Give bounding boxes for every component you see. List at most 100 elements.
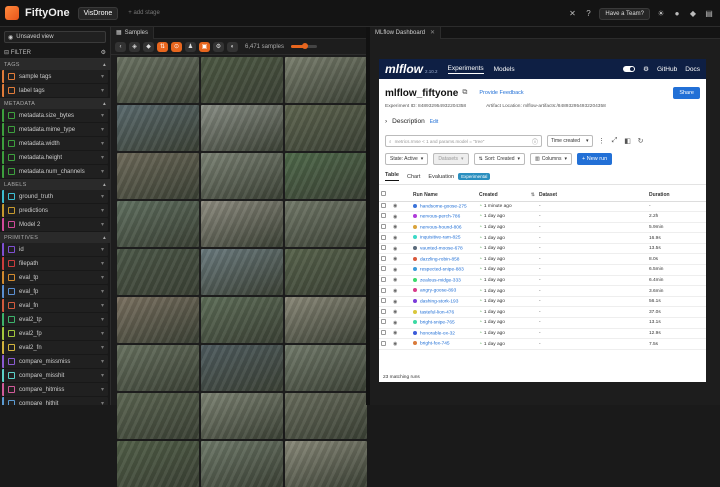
copy-icon[interactable]: ⧉ [462, 89, 467, 97]
expand-icon[interactable]: ⤢ [611, 137, 619, 145]
field-checkbox[interactable] [8, 288, 15, 295]
sidebar-field[interactable]: eval2_fn ▾ [2, 341, 108, 354]
run-name-cell[interactable]: nervous-perch-786 [411, 211, 477, 223]
nav-experiments[interactable]: Experiments [447, 65, 484, 74]
eye-icon[interactable]: ◉ [391, 328, 401, 340]
sidebar-field[interactable]: metadata.num_channels ▾ [2, 165, 108, 178]
sidebar-field[interactable]: metadata.size_bytes ▾ [2, 109, 108, 122]
field-checkbox[interactable] [8, 87, 15, 94]
table-row[interactable]: ◉ bright-snipe-765 ◔ 1 day ago -13.1s [379, 317, 706, 329]
dataset-selector[interactable]: VisDrone [77, 6, 119, 20]
user-icon[interactable]: ♟ [185, 41, 196, 52]
header-created[interactable]: Created ⇅ [477, 189, 537, 202]
run-name[interactable]: honorable-ox-32 [420, 331, 455, 336]
sample-thumbnail[interactable] [285, 297, 367, 343]
chevron-down-icon[interactable]: ▾ [101, 260, 104, 267]
eye-icon[interactable]: ◉ [391, 222, 401, 234]
field-checkbox[interactable] [8, 316, 15, 323]
run-name[interactable]: inquisitive-ram-825 [420, 236, 461, 241]
sidebar-field[interactable]: compare_hithit ▾ [2, 397, 108, 405]
table-row[interactable]: ◉ respected-snipe-883 ◔ 1 day ago -6.5min [379, 264, 706, 276]
eye-icon[interactable]: ◉ [391, 264, 401, 276]
datasets-filter[interactable]: Datasets ▾ [433, 153, 469, 165]
sidebar-field[interactable]: Model 2 ▾ [2, 218, 108, 231]
row-checkbox[interactable] [379, 296, 391, 308]
sample-thumbnail[interactable] [117, 297, 199, 343]
header-duration[interactable]: Duration [647, 189, 706, 202]
chevron-down-icon[interactable]: ▾ [101, 330, 104, 337]
run-name-cell[interactable]: bright-snipe-765 [411, 317, 477, 329]
table-row[interactable]: ◉ nervous-perch-786 ◔ 1 day ago -2.2h [379, 211, 706, 223]
run-name[interactable]: vaunted-moose-678 [420, 246, 463, 251]
help-icon[interactable]: ? [583, 9, 593, 19]
sort-select[interactable]: ⇅ Sort: Created ▾ [473, 153, 526, 165]
group-header[interactable]: TAGS ▴ [0, 59, 110, 70]
sidebar-field[interactable]: sample tags ▾ [2, 70, 108, 83]
table-row[interactable]: ◉ dashing-stork-193 ◔ 1 day ago -56.1s [379, 296, 706, 308]
chevron-down-icon[interactable]: ▾ [101, 168, 104, 175]
sample-thumbnail[interactable] [201, 57, 283, 103]
chevron-down-icon[interactable]: ▾ [101, 246, 104, 253]
gear-icon[interactable]: ⚙ [643, 65, 649, 73]
tab-table[interactable]: Table [385, 172, 399, 181]
sample-thumbnail[interactable] [285, 249, 367, 295]
chevron-down-icon[interactable]: ▾ [101, 400, 104, 405]
field-checkbox[interactable] [8, 168, 15, 175]
sidebar-field[interactable]: id ▾ [2, 243, 108, 256]
run-name-cell[interactable]: handsome-goose-275 [411, 201, 477, 213]
nav-models[interactable]: Models [494, 66, 515, 73]
chevron-up-icon[interactable]: ▴ [103, 62, 106, 68]
sidebar-field[interactable]: label tags ▾ [2, 84, 108, 97]
row-checkbox[interactable] [379, 328, 391, 340]
eye-icon[interactable]: ◉ [391, 285, 401, 297]
chevron-down-icon[interactable]: ▾ [101, 288, 104, 295]
eye-icon[interactable]: ◉ [391, 306, 401, 319]
new-run-button[interactable]: + New run [577, 153, 613, 165]
theme-icon[interactable]: ☀ [656, 9, 666, 19]
sidebar-field[interactable]: eval2_fp ▾ [2, 327, 108, 340]
run-name-cell[interactable]: respected-snipe-883 [411, 264, 477, 276]
sample-thumbnail[interactable] [201, 201, 283, 247]
eye-icon[interactable]: ◉ [391, 275, 401, 287]
chevron-right-icon[interactable]: › [385, 118, 387, 125]
sidebar-field[interactable]: metadata.mime_type ▾ [2, 123, 108, 136]
field-checkbox[interactable] [8, 302, 15, 309]
row-checkbox[interactable] [379, 306, 391, 319]
field-checkbox[interactable] [8, 193, 15, 200]
run-name-cell[interactable]: tasteful-lion-476 [411, 306, 477, 319]
field-checkbox[interactable] [8, 344, 15, 351]
more-icon[interactable]: ⋮ [598, 137, 606, 145]
field-checkbox[interactable] [8, 400, 15, 405]
time-created-select[interactable]: Time created ▾ [547, 135, 593, 147]
table-row[interactable]: ◉ inquisitive-ram-825 ◔ 1 day ago -16.9s [379, 232, 706, 244]
visibility-icon[interactable]: ◐ [227, 41, 238, 52]
sidebar-field[interactable]: compare_misshit ▾ [2, 369, 108, 382]
run-name[interactable]: nervous-perch-786 [420, 215, 460, 220]
sample-thumbnail[interactable] [117, 105, 199, 151]
patches-icon[interactable]: ◈ [129, 41, 140, 52]
chevron-up-icon[interactable]: ▴ [103, 101, 106, 107]
run-name[interactable]: bright-snipe-765 [420, 320, 455, 325]
display-options-icon[interactable]: ▣ [199, 41, 210, 52]
chevron-down-icon[interactable]: ▾ [101, 112, 104, 119]
sidebar-field[interactable]: eval_tp ▾ [2, 271, 108, 284]
select-all-checkbox[interactable] [379, 189, 391, 202]
eye-icon[interactable]: ◉ [391, 232, 401, 244]
field-checkbox[interactable] [8, 358, 15, 365]
sidebar-field[interactable]: eval_fn ▾ [2, 299, 108, 312]
chevron-down-icon[interactable]: ▾ [101, 126, 104, 133]
run-name-cell[interactable]: bright-fox-745 [411, 338, 477, 350]
chevron-down-icon[interactable]: ▾ [101, 302, 104, 309]
tag-icon[interactable]: ◆ [143, 41, 154, 52]
field-checkbox[interactable] [8, 274, 15, 281]
sidebar-field[interactable]: ground_truth ▾ [2, 190, 108, 203]
row-checkbox[interactable] [379, 275, 391, 287]
sidebar-field[interactable]: metadata.width ▾ [2, 137, 108, 150]
run-name-cell[interactable]: inquisitive-ram-825 [411, 232, 477, 244]
gear-icon[interactable]: ⚙ [213, 41, 224, 52]
sample-thumbnail[interactable] [117, 393, 199, 439]
sample-thumbnail[interactable] [117, 345, 199, 391]
row-checkbox[interactable] [379, 243, 391, 255]
field-checkbox[interactable] [8, 207, 15, 214]
add-stage-input[interactable]: + add stage [128, 10, 160, 16]
